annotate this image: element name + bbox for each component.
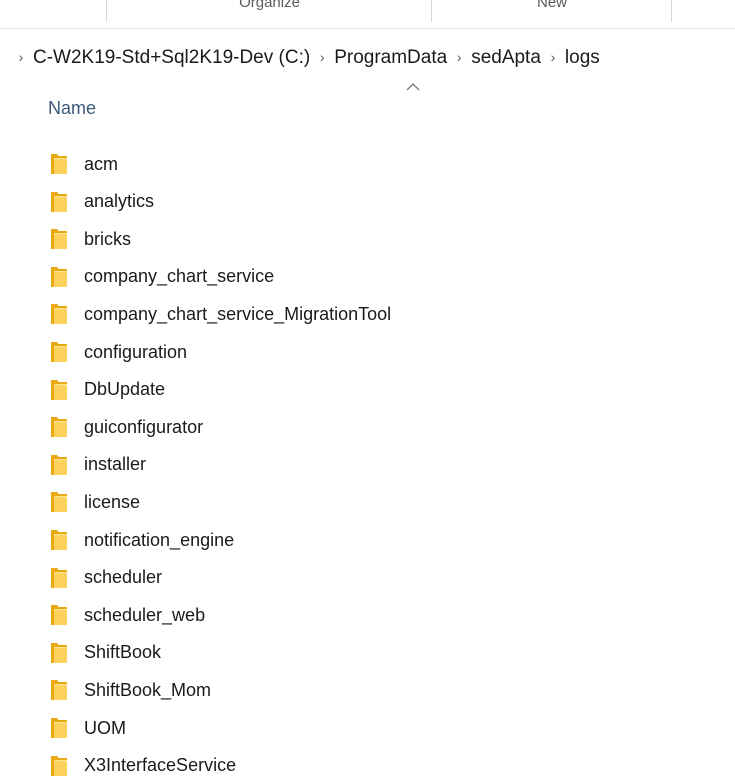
- folder-icon: [51, 154, 67, 174]
- folder-icon: [51, 379, 67, 400]
- list-item-uom[interactable]: UOM: [40, 712, 640, 744]
- folder-name: company_chart_service: [84, 266, 275, 287]
- folder-name: bricks: [84, 228, 132, 249]
- list-item-notification-engine[interactable]: notification_engine: [40, 524, 640, 556]
- folder-icon: [51, 304, 67, 325]
- breadcrumb-item-sedapta[interactable]: sedApta: [470, 47, 542, 69]
- folder-icon: [51, 680, 67, 701]
- folder-icon: [51, 718, 67, 738]
- folder-icon: [51, 342, 67, 362]
- ribbon-group-open: [671, 0, 735, 22]
- folder-name: configuration: [84, 341, 188, 362]
- list-item-acm[interactable]: acm: [40, 148, 640, 180]
- list-item-shiftbook-mom[interactable]: ShiftBook_Mom: [40, 674, 640, 706]
- folder-icon: [51, 229, 67, 250]
- folder-name: X3InterfaceService: [84, 755, 237, 776]
- folder-name: scheduler: [84, 567, 163, 588]
- ribbon-group-clipboard: [0, 0, 106, 22]
- folder-icon: [51, 567, 67, 588]
- breadcrumb-chevron-icon[interactable]: ›: [10, 49, 32, 65]
- folder-icon: [51, 755, 67, 776]
- breadcrumb-item-programdata[interactable]: ProgramData: [333, 47, 448, 69]
- list-item-guiconfigurator[interactable]: guiconfigurator: [40, 411, 640, 443]
- list-item-installer[interactable]: installer: [40, 449, 640, 481]
- folder-name: acm: [84, 153, 119, 174]
- folder-name: ShiftBook: [84, 642, 162, 663]
- list-item-analytics[interactable]: analytics: [40, 186, 640, 218]
- list-item-scheduler-web[interactable]: scheduler_web: [40, 599, 640, 631]
- folder-icon: [51, 417, 67, 438]
- folder-name: company_chart_service_MigrationTool: [84, 303, 392, 324]
- ribbon-group-labels: Organize New: [0, 0, 735, 28]
- breadcrumb-chevron-icon[interactable]: ›: [311, 49, 333, 65]
- folder-icon: [51, 492, 67, 513]
- folder-name: UOM: [84, 717, 126, 738]
- folder-name: DbUpdate: [84, 379, 166, 400]
- ribbon-group-organize: Organize: [106, 0, 432, 22]
- breadcrumb-item-drive[interactable]: C-W2K19-Std+Sql2K19-Dev (C:): [32, 47, 311, 69]
- list-item-company-chart-service[interactable]: company_chart_service: [40, 261, 640, 293]
- folder-name: installer: [84, 454, 147, 475]
- list-item-license[interactable]: license: [40, 486, 640, 518]
- folder-icon: [51, 266, 67, 287]
- list-item-company-chart-service-migrationtool[interactable]: company_chart_service_MigrationTool: [40, 298, 640, 330]
- column-header-name[interactable]: Name: [48, 98, 96, 119]
- folder-name: license: [84, 491, 141, 512]
- list-item-dbupdate[interactable]: DbUpdate: [40, 374, 640, 406]
- ribbon-divider: [0, 28, 735, 29]
- folder-icon: [51, 191, 67, 212]
- list-item-x3interfaceservice[interactable]: X3InterfaceService: [40, 750, 640, 782]
- list-item-scheduler[interactable]: scheduler: [40, 562, 640, 594]
- ribbon-group-organize-label: Organize: [239, 0, 300, 11]
- folder-name: analytics: [84, 191, 155, 212]
- folder-name: guiconfigurator: [84, 416, 204, 437]
- list-item-shiftbook[interactable]: ShiftBook: [40, 637, 640, 669]
- breadcrumb-chevron-icon[interactable]: ›: [448, 49, 470, 65]
- folder-name: scheduler_web: [84, 604, 206, 625]
- breadcrumb-item-logs[interactable]: logs: [564, 47, 601, 69]
- list-item-bricks[interactable]: bricks: [40, 223, 640, 255]
- folder-name: notification_engine: [84, 529, 235, 550]
- list-item-configuration[interactable]: configuration: [40, 336, 640, 368]
- breadcrumb-chevron-icon[interactable]: ›: [542, 49, 564, 65]
- folder-icon: [51, 642, 67, 663]
- ribbon-group-new-label: New: [536, 0, 567, 11]
- sort-ascending-icon: [406, 83, 420, 91]
- folder-icon: [51, 454, 67, 475]
- breadcrumb[interactable]: › C-W2K19-Std+Sql2K19-Dev (C:) › Program…: [10, 42, 601, 74]
- folder-icon: [51, 605, 67, 626]
- folder-icon: [51, 530, 67, 550]
- ribbon-group-new: New: [431, 0, 672, 22]
- folder-name: ShiftBook_Mom: [84, 679, 212, 700]
